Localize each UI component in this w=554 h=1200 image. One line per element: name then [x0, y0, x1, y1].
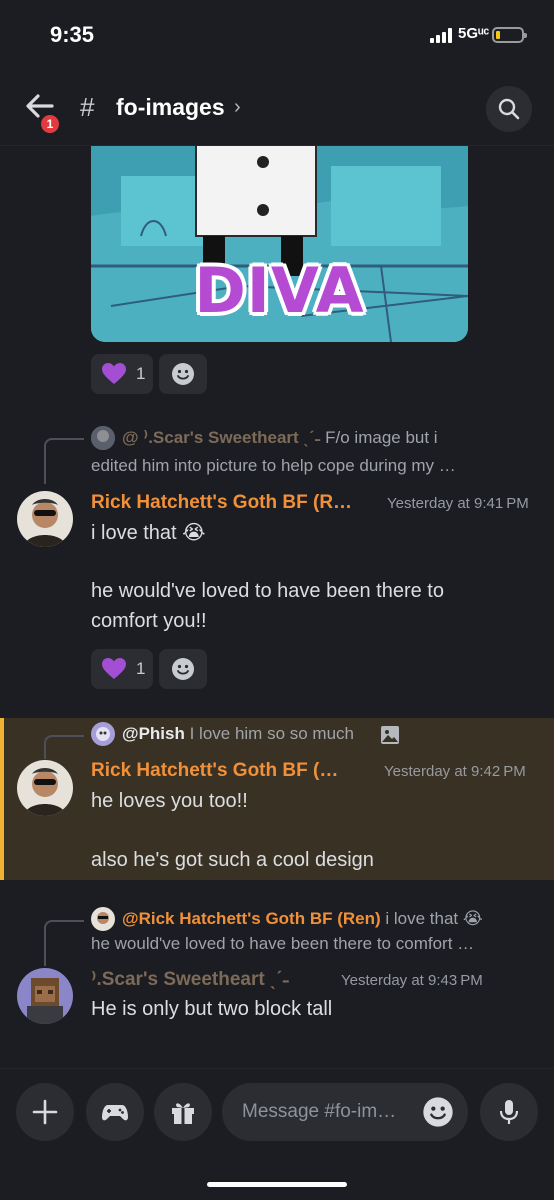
unread-badge: 1 [38, 112, 62, 136]
channel-hash-icon: # [80, 92, 95, 122]
reply-preview-line2: edited him into picture to help cope dur… [91, 456, 456, 475]
composer-bar: Message #fo-im… [0, 1068, 554, 1200]
message-placeholder: Message #fo-im… [242, 1101, 397, 1122]
message-timestamp: Yesterday at 9:43 PM [341, 972, 483, 989]
reaction-count: 1 [136, 659, 146, 678]
diva-caption: DIVA [194, 254, 365, 327]
message-text: He is only but two block tall [91, 998, 333, 1020]
message-timestamp: Yesterday at 9:41 PM [387, 495, 529, 512]
purple-heart-icon [102, 658, 126, 679]
message-author[interactable]: Rick Hatchett's Goth BF (… [91, 760, 338, 782]
reply-preview[interactable]: @Phish I love him so so much [122, 724, 422, 744]
image-icon [381, 726, 399, 744]
message-timestamp: Yesterday at 9:42 PM [384, 763, 526, 780]
activities-button[interactable] [86, 1083, 144, 1141]
home-indicator [207, 1182, 347, 1187]
reply-avatar [91, 722, 115, 746]
emoji-icon[interactable] [422, 1096, 454, 1128]
gift-icon [172, 1103, 194, 1124]
reply-connector [44, 920, 84, 966]
network-type: 5Gᵘᶜ [458, 25, 490, 42]
purple-heart-icon [102, 363, 126, 384]
gamepad-icon [102, 1105, 128, 1121]
reaction-count: 1 [136, 364, 146, 383]
search-button[interactable] [486, 86, 532, 132]
reply-connector [44, 735, 84, 759]
message-input[interactable]: Message #fo-im… [222, 1083, 468, 1141]
status-bar: 9:35 5Gᵘᶜ [0, 0, 554, 70]
avatar[interactable] [17, 491, 73, 547]
reply-preview[interactable]: @ ⁾.Scar's Sweetheart ˎˊ˗ F/o image but … [122, 428, 502, 448]
image-attachment[interactable]: DIVA [91, 146, 468, 342]
add-reaction-button[interactable] [159, 354, 207, 394]
message-author[interactable]: ⁾.Scar's Sweetheart ˎˊ˗ [91, 968, 289, 991]
avatar[interactable] [17, 968, 73, 1024]
avatar[interactable] [17, 760, 73, 816]
heart-reaction[interactable]: 1 [91, 354, 153, 394]
message-text: comfort you!! [91, 610, 207, 632]
chevron-right-icon[interactable]: › [234, 96, 241, 119]
gift-button[interactable] [154, 1083, 212, 1141]
smiley-icon [172, 363, 194, 385]
voice-message-button[interactable] [480, 1083, 538, 1141]
reply-preview-line2: he would've loved to have been there to … [91, 934, 475, 953]
message-text: also he's got such a cool design [91, 849, 374, 871]
smiley-icon [172, 658, 194, 680]
channel-name[interactable]: fo-images [116, 94, 225, 121]
message-author[interactable]: Rick Hatchett's Goth BF (R… [91, 492, 352, 514]
reply-avatar [91, 907, 115, 931]
message-text: i love that 😭 [91, 522, 206, 544]
message-text: he loves you too!! [91, 790, 248, 812]
add-attachment-button[interactable] [16, 1083, 74, 1141]
channel-header: 1 # fo-images › [0, 70, 554, 146]
message-text: he would've loved to have been there to [91, 580, 444, 602]
battery-icon [492, 27, 527, 43]
search-icon [498, 98, 520, 120]
signal-icon [430, 28, 452, 43]
add-reaction-button[interactable] [159, 649, 207, 689]
reply-preview[interactable]: @Rick Hatchett's Goth BF (Ren) i love th… [122, 909, 532, 929]
heart-reaction[interactable]: 1 [91, 649, 153, 689]
reply-avatar [91, 426, 115, 450]
reply-connector [44, 438, 84, 484]
status-time: 9:35 [50, 22, 95, 47]
plus-icon [32, 1099, 58, 1125]
microphone-icon [499, 1100, 519, 1124]
